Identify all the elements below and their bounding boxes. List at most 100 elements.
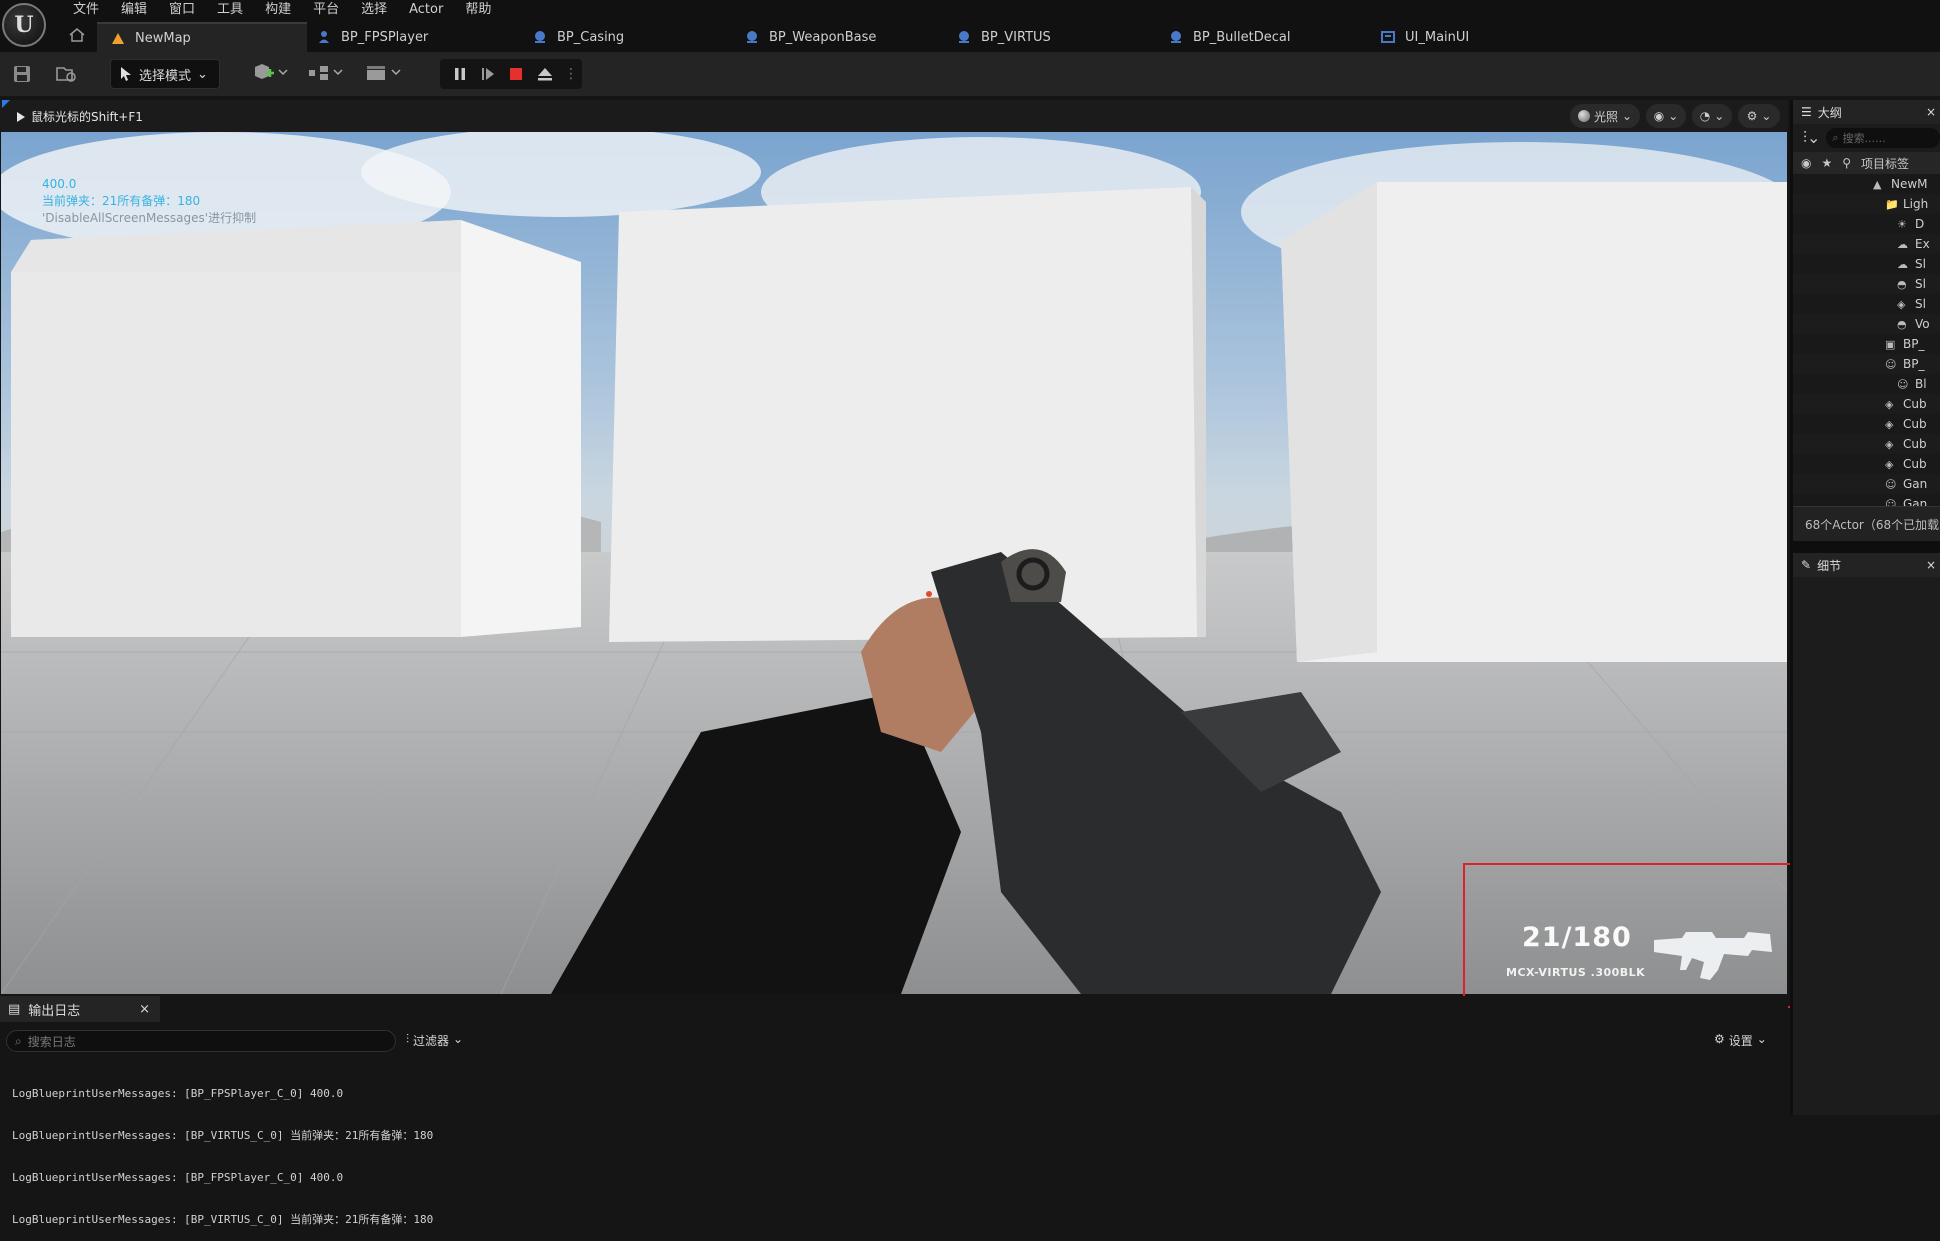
actor-type-icon: ☺ [1885,497,1897,507]
log-settings-button[interactable]: ⚙ 设置 ⌄ [1714,1032,1767,1049]
settings-label: 设置 [1728,1034,1753,1048]
unreal-logo[interactable]: U [2,3,46,47]
chevron-down-icon: ⌄ [197,66,208,82]
outliner-row-label: Cub [1903,457,1927,471]
viewport-corner-icon [2,100,10,108]
star-icon[interactable]: ★ [1821,156,1832,170]
outliner-row[interactable]: ☺ Gan [1793,494,1940,506]
select-mode-dropdown[interactable]: 选择模式 ⌄ [110,59,220,89]
viewport-settings-button[interactable]: ⚙ ⌄ [1738,104,1780,128]
outliner-row[interactable]: ◈ Cub [1793,394,1940,414]
lighting-mode-button[interactable]: 光照 ⌄ [1570,104,1640,128]
menu-help[interactable]: 帮助 [454,0,502,18]
column-label: 项目标签 [1861,156,1910,171]
outliner-row[interactable]: ☁ Ex [1793,234,1940,254]
tab-bp-bulletdecal[interactable]: BP_BulletDecal [1155,22,1367,52]
tab-bp-casing[interactable]: BP_Casing [519,22,731,52]
chevron-down-icon: ⌄ [1714,109,1725,123]
outliner-row-label: Ex [1915,237,1930,251]
menu-build[interactable]: 构建 [254,0,302,18]
front-sight [926,591,932,597]
menu-file[interactable]: 文件 [62,0,110,18]
tab-label: BP_VIRTUS [981,29,1051,45]
outliner-row[interactable]: ◈ Cub [1793,454,1940,474]
outliner-row[interactable]: ◈ Cub [1793,414,1940,434]
actor-type-icon: ☁ [1897,257,1908,271]
actor-type-icon: ☺ [1897,377,1909,391]
tab-bp-weaponbase[interactable]: BP_WeaponBase [731,22,943,52]
content-browser-icon[interactable] [56,64,78,84]
performance-button[interactable]: ◔ ⌄ [1692,104,1732,128]
show-flags-button[interactable]: ◉ ⌄ [1646,104,1686,128]
outliner-row[interactable]: ▣ BP_ [1793,334,1940,354]
outliner-row[interactable]: ◈ Cub [1793,434,1940,454]
actor-type-icon: ◈ [1885,457,1894,471]
actor-type-icon: 📁 [1885,197,1899,211]
output-log-tab[interactable]: ▤ 输出日志 × [0,996,160,1022]
debug-line: 'DisableAllScreenMessages'进行抑制 [42,211,257,225]
pin-icon[interactable]: ⚲ [1842,156,1851,170]
close-icon[interactable]: × [139,1002,150,1017]
actor-type-icon: ☁ [1897,237,1908,251]
chevron-down-icon: ⌄ [1668,109,1679,123]
gear-icon: ⚙ [1714,1032,1725,1046]
play-arrow-icon [17,111,25,122]
tab-ui-mainui[interactable]: UI_MainUI [1367,22,1527,52]
menu-window[interactable]: 窗口 [158,0,206,18]
menu-bar: 文件 编辑 窗口 工具 构建 平台 选择 Actor 帮助 [62,0,502,18]
outliner-row[interactable]: ☀ D [1793,214,1940,234]
menu-tools[interactable]: 工具 [206,0,254,18]
outliner-row[interactable]: ☺ BP_ [1793,354,1940,374]
close-icon[interactable]: × [1926,558,1936,572]
gauge-icon: ◔ [1699,109,1711,123]
outliner-row[interactable]: ◓ Vo [1793,314,1940,334]
close-icon[interactable]: × [1926,105,1936,119]
outliner-row[interactable]: ☺ Bl [1793,374,1940,394]
outliner-row-label: Cub [1903,437,1927,451]
log-line: LogBlueprintUserMessages: [BP_VIRTUS_C_0… [12,1213,434,1226]
add-actor-icon[interactable] [252,63,292,83]
more-options-icon[interactable]: ⋮ [564,66,578,82]
outliner-row[interactable]: ◈ Sl [1793,294,1940,314]
home-icon[interactable] [68,27,86,43]
filter-icon[interactable]: ⫶⌄ [1803,128,1820,148]
gear-icon: ⚙ [1746,109,1758,123]
outliner-row[interactable]: ▲ NewM [1793,174,1940,194]
lighting-label: 光照 [1593,109,1618,124]
cube-left-face [11,272,461,637]
blueprint-icon [1171,31,1181,43]
tab-label: BP_Casing [557,29,625,45]
outliner-row-label: Bl [1915,377,1927,391]
actor-type-icon: ◈ [1885,397,1894,411]
outliner-row[interactable]: 📁 Ligh [1793,194,1940,214]
actor-type-icon: ◓ [1897,317,1907,331]
panel-splitter[interactable] [1793,541,1940,553]
stop-icon[interactable] [508,66,524,82]
debug-line: 当前弹夹：21所有备弹：180 [42,194,201,208]
pause-icon[interactable] [452,66,468,82]
tab-bp-fpsplayer[interactable]: BP_FPSPlayer [97,22,519,52]
outliner-row[interactable]: ☺ Gan [1793,474,1940,494]
menu-edit[interactable]: 编辑 [110,0,158,18]
visibility-icon[interactable]: ◉ [1801,156,1811,170]
outliner-row-label: Gan [1903,497,1928,506]
mode-label: 选择模式 [139,68,192,84]
outliner-row-label: Cub [1903,397,1927,411]
eject-icon[interactable] [536,66,554,82]
tab-bp-virtus[interactable]: BP_VIRTUS [943,22,1155,52]
cinematics-icon[interactable] [364,63,406,83]
menu-actor[interactable]: Actor [398,0,454,18]
outliner-search[interactable]: ⌕ 搜索...... [1826,128,1940,148]
outliner-row-label: BP_ [1903,337,1925,351]
frame-skip-icon[interactable] [480,66,496,82]
outliner-row[interactable]: ◓ Sl [1793,274,1940,294]
outliner-row[interactable]: ☁ Sl [1793,254,1940,274]
outliner-row-label: Cub [1903,417,1927,431]
menu-select[interactable]: 选择 [350,0,398,18]
weapon-name: MCX-VIRTUS .300BLK [1506,966,1646,979]
menu-platform[interactable]: 平台 [302,0,350,18]
blueprint-menu-icon[interactable] [306,63,348,83]
filter-button[interactable]: ⫶ 过滤器 ⌄ [406,1032,463,1049]
log-search-input[interactable]: ⌕ 搜索日志 [6,1030,396,1052]
save-icon[interactable] [12,64,32,84]
